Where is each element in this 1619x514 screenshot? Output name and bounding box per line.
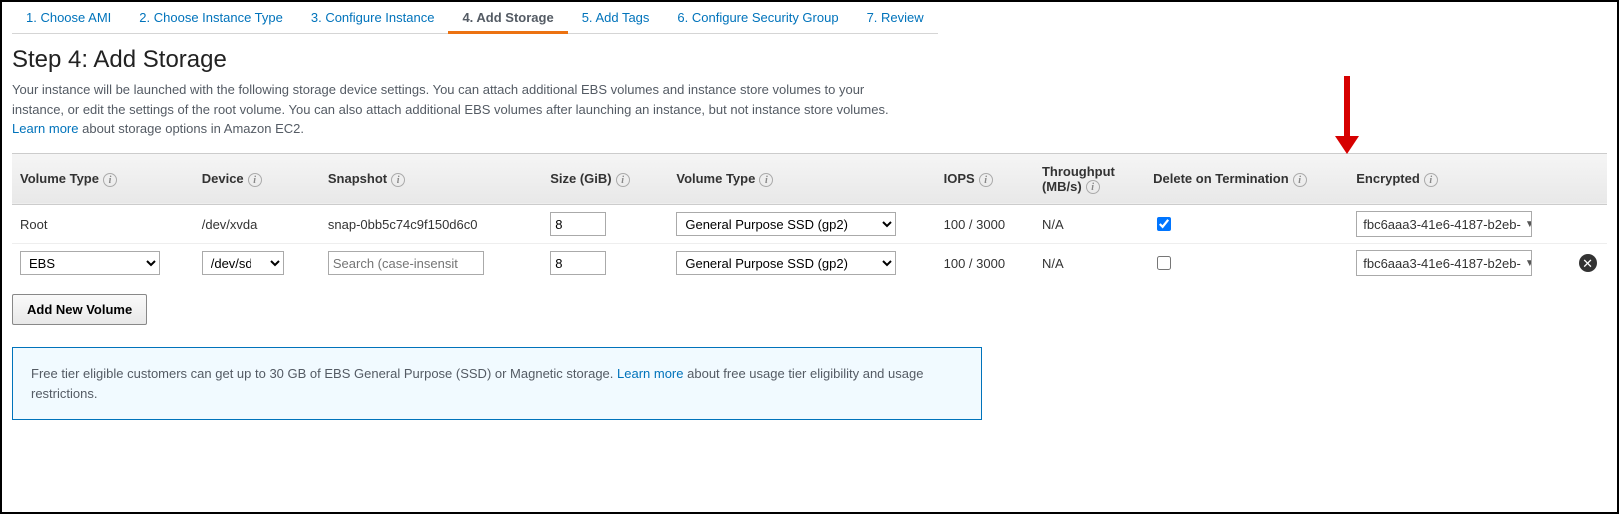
root-encrypted-dropdown[interactable]: fbc6aaa3-41e6-4187-b2eb- ▼ xyxy=(1356,211,1532,237)
step-choose-instance-type[interactable]: 2. Choose Instance Type xyxy=(125,4,297,34)
notice-text-1: Free tier eligible customers can get up … xyxy=(31,366,617,381)
col-device: Device xyxy=(202,171,244,186)
col-encrypted: Encrypted xyxy=(1356,171,1420,186)
col-snapshot: Snapshot xyxy=(328,171,387,186)
col-volume-type: Volume Type xyxy=(20,171,99,186)
ebs-delete-on-term-checkbox[interactable] xyxy=(1157,256,1171,270)
chevron-down-icon: ▼ xyxy=(1525,258,1532,269)
ebs-size-input[interactable] xyxy=(550,251,606,275)
info-icon[interactable]: i xyxy=(1086,180,1100,194)
info-icon[interactable]: i xyxy=(1424,173,1438,187)
root-delete-on-term-checkbox[interactable] xyxy=(1157,217,1171,231)
root-encrypted-value: fbc6aaa3-41e6-4187-b2eb- xyxy=(1363,217,1521,232)
ebs-iops: 100 / 3000 xyxy=(936,244,1034,283)
step-review[interactable]: 7. Review xyxy=(853,4,938,34)
table-row: Root /dev/xvda snap-0bb5c74c9f150d6c0 Ge… xyxy=(12,205,1607,244)
step-configure-instance[interactable]: 3. Configure Instance xyxy=(297,4,449,34)
col-throughput: Throughput (MB/s) xyxy=(1042,164,1115,194)
page-title: Step 4: Add Storage xyxy=(12,46,1607,74)
info-icon[interactable]: i xyxy=(1293,173,1307,187)
root-size-input[interactable] xyxy=(550,212,606,236)
step-configure-security-group[interactable]: 6. Configure Security Group xyxy=(663,4,852,34)
learn-more-link[interactable]: Learn more xyxy=(12,121,78,136)
add-new-volume-button[interactable]: Add New Volume xyxy=(12,294,147,325)
col-voltype-sel: Volume Type xyxy=(676,171,755,186)
step-add-storage[interactable]: 4. Add Storage xyxy=(448,4,567,34)
ebs-encrypted-value: fbc6aaa3-41e6-4187-b2eb- xyxy=(1363,256,1521,271)
info-icon[interactable]: i xyxy=(248,173,262,187)
info-icon[interactable]: i xyxy=(103,173,117,187)
notice-learn-more-link[interactable]: Learn more xyxy=(617,366,683,381)
ebs-encrypted-dropdown[interactable]: fbc6aaa3-41e6-4187-b2eb- ▼ xyxy=(1356,250,1532,276)
step-add-tags[interactable]: 5. Add Tags xyxy=(568,4,664,34)
root-snapshot: snap-0bb5c74c9f150d6c0 xyxy=(320,205,542,244)
info-icon[interactable]: i xyxy=(979,173,993,187)
page-description: Your instance will be launched with the … xyxy=(12,80,912,139)
desc-text-1: Your instance will be launched with the … xyxy=(12,82,889,117)
ebs-device-select[interactable]: /dev/sdb xyxy=(202,251,284,275)
col-delete-on-term: Delete on Termination xyxy=(1153,171,1289,186)
root-iops: 100 / 3000 xyxy=(936,205,1034,244)
info-icon[interactable]: i xyxy=(391,173,405,187)
ebs-voltype-select[interactable]: General Purpose SSD (gp2) xyxy=(676,251,896,275)
col-iops: IOPS xyxy=(944,171,975,186)
wizard-steps: 1. Choose AMI 2. Choose Instance Type 3.… xyxy=(12,4,1607,34)
root-vol-label: Root xyxy=(12,205,194,244)
chevron-down-icon: ▼ xyxy=(1525,219,1532,230)
ebs-snapshot-input[interactable] xyxy=(328,251,484,275)
root-voltype-select[interactable]: General Purpose SSD (gp2) xyxy=(676,212,896,236)
info-icon[interactable]: i xyxy=(616,173,630,187)
ebs-voltype-col-select[interactable]: EBS xyxy=(20,251,160,275)
ebs-throughput: N/A xyxy=(1034,244,1145,283)
desc-text-2: about storage options in Amazon EC2. xyxy=(82,121,304,136)
info-icon[interactable]: i xyxy=(759,173,773,187)
remove-row-icon[interactable]: ✕ xyxy=(1579,254,1597,272)
root-throughput: N/A xyxy=(1034,205,1145,244)
step-choose-ami[interactable]: 1. Choose AMI xyxy=(12,4,125,34)
root-device: /dev/xvda xyxy=(194,205,320,244)
free-tier-notice: Free tier eligible customers can get up … xyxy=(12,347,982,420)
table-row: EBS /dev/sdb General Purpose SSD (gp2) 1… xyxy=(12,244,1607,283)
col-size: Size (GiB) xyxy=(550,171,611,186)
storage-table: Volume Typei Devicei Snapshoti Size (GiB… xyxy=(12,153,1607,283)
